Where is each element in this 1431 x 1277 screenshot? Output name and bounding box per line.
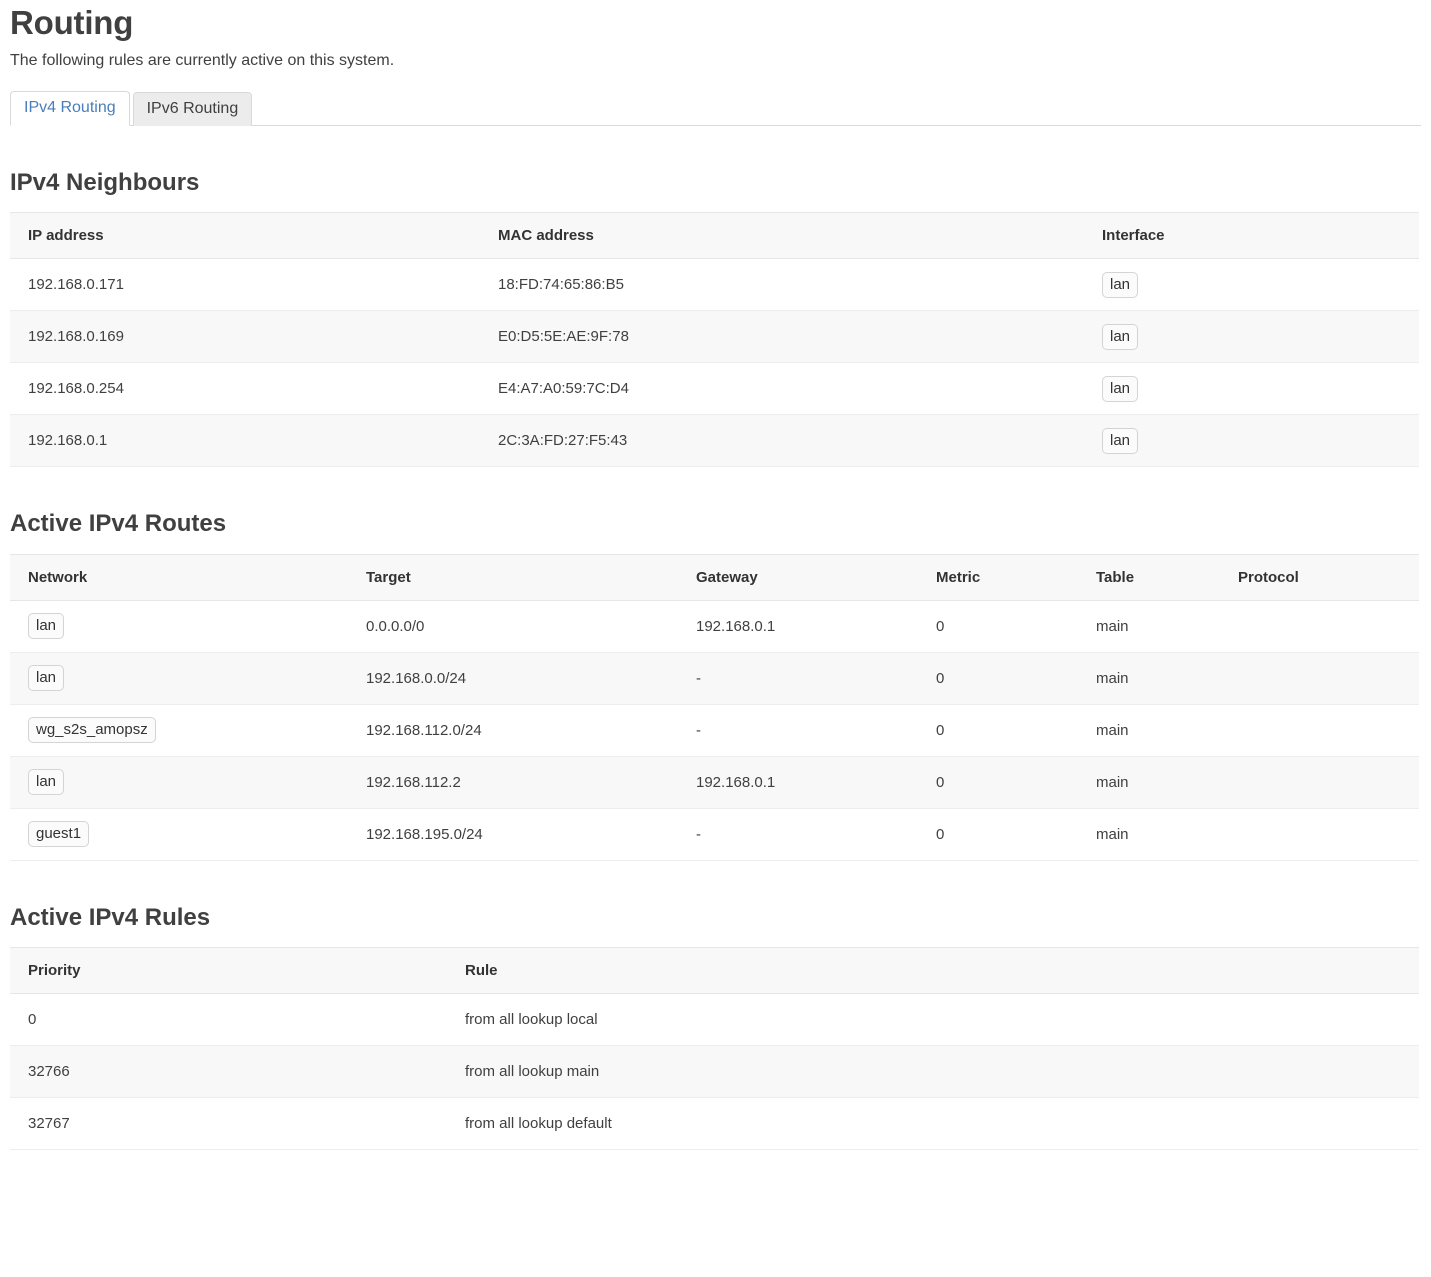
network-badge[interactable]: lan	[28, 768, 65, 796]
cell-gateway: 192.168.0.1	[678, 600, 918, 653]
cell-table: main	[1078, 756, 1220, 809]
column-header-metric: Metric	[918, 553, 1078, 601]
page-subtitle: The following rules are currently active…	[10, 51, 395, 69]
interface-badge[interactable]: lan	[1102, 427, 1139, 454]
routing-tabs: IPv4 Routing IPv6 Routing	[10, 90, 1421, 126]
interface-badge[interactable]: lan	[1102, 271, 1139, 298]
cell-priority: 32766	[10, 1045, 447, 1098]
ipv4-neighbours-heading: IPv4 Neighbours	[10, 168, 200, 196]
active-ipv4-rules-heading: Active IPv4 Rules	[10, 903, 211, 931]
active-ipv4-routes-heading: Active IPv4 Routes	[10, 510, 227, 538]
cell-interface: lan	[1084, 258, 1419, 312]
cell-mac-address: 18:FD:74:65:86:B5	[480, 258, 1084, 312]
table-header-row: Network Target Gateway Metric Table Prot…	[10, 553, 1419, 601]
cell-protocol	[1220, 808, 1419, 861]
cell-protocol	[1220, 704, 1419, 757]
cell-mac-address: 2C:3A:FD:27:F5:43	[480, 414, 1084, 468]
cell-table: main	[1078, 652, 1220, 705]
column-header-interface: Interface	[1084, 212, 1419, 260]
cell-table: main	[1078, 704, 1220, 757]
cell-mac-address: E0:D5:5E:AE:9F:78	[480, 310, 1084, 364]
column-header-target: Target	[348, 553, 678, 601]
column-header-rule: Rule	[447, 947, 1419, 994]
cell-interface: lan	[1084, 414, 1419, 468]
cell-rule: from all lookup main	[447, 1045, 1419, 1098]
table-row: guest1 192.168.195.0/24 - 0 main	[10, 808, 1419, 861]
active-ipv4-rules-table: Priority Rule 0 from all lookup local 32…	[10, 947, 1419, 1150]
interface-badge[interactable]: lan	[1102, 323, 1139, 350]
cell-metric: 0	[918, 704, 1078, 757]
cell-target: 0.0.0.0/0	[348, 600, 678, 653]
tab-ipv6-routing[interactable]: IPv6 Routing	[132, 91, 253, 126]
cell-network: wg_s2s_amopsz	[10, 704, 348, 757]
table-row: 192.168.0.254 E4:A7:A0:59:7C:D4 lan	[10, 362, 1419, 416]
cell-network: lan	[10, 600, 348, 653]
cell-table: main	[1078, 808, 1220, 861]
cell-target: 192.168.0.0/24	[348, 652, 678, 705]
cell-priority: 32767	[10, 1097, 447, 1150]
cell-gateway: -	[678, 704, 918, 757]
page-title: Routing	[10, 4, 134, 41]
cell-table: main	[1078, 600, 1220, 653]
column-header-protocol: Protocol	[1220, 553, 1419, 601]
cell-gateway: -	[678, 808, 918, 861]
column-header-mac-address: MAC address	[480, 212, 1084, 260]
cell-metric: 0	[918, 600, 1078, 653]
cell-metric: 0	[918, 808, 1078, 861]
table-row: 0 from all lookup local	[10, 993, 1419, 1046]
network-badge[interactable]: guest1	[28, 820, 90, 848]
cell-protocol	[1220, 652, 1419, 705]
table-header-row: Priority Rule	[10, 947, 1419, 994]
column-header-gateway: Gateway	[678, 553, 918, 601]
column-header-table: Table	[1078, 553, 1220, 601]
cell-protocol	[1220, 756, 1419, 809]
cell-mac-address: E4:A7:A0:59:7C:D4	[480, 362, 1084, 416]
cell-ip-address: 192.168.0.169	[10, 310, 480, 364]
table-row: lan 192.168.112.2 192.168.0.1 0 main	[10, 756, 1419, 809]
table-row: 192.168.0.171 18:FD:74:65:86:B5 lan	[10, 258, 1419, 312]
cell-gateway: 192.168.0.1	[678, 756, 918, 809]
table-header-row: IP address MAC address Interface	[10, 212, 1419, 260]
cell-network: guest1	[10, 808, 348, 861]
cell-target: 192.168.195.0/24	[348, 808, 678, 861]
cell-ip-address: 192.168.0.171	[10, 258, 480, 312]
network-badge[interactable]: lan	[28, 664, 65, 692]
cell-interface: lan	[1084, 310, 1419, 364]
column-header-network: Network	[10, 553, 348, 601]
ipv4-neighbours-table: IP address MAC address Interface 192.168…	[10, 212, 1419, 468]
cell-network: lan	[10, 652, 348, 705]
table-row: 192.168.0.1 2C:3A:FD:27:F5:43 lan	[10, 414, 1419, 468]
column-header-ip-address: IP address	[10, 212, 480, 260]
table-row: 192.168.0.169 E0:D5:5E:AE:9F:78 lan	[10, 310, 1419, 364]
cell-metric: 0	[918, 756, 1078, 809]
table-row: 32767 from all lookup default	[10, 1097, 1419, 1150]
cell-interface: lan	[1084, 362, 1419, 416]
cell-priority: 0	[10, 993, 447, 1046]
interface-badge[interactable]: lan	[1102, 375, 1139, 402]
tab-ipv4-routing[interactable]: IPv4 Routing	[10, 90, 130, 126]
table-row: wg_s2s_amopsz 192.168.112.0/24 - 0 main	[10, 704, 1419, 757]
table-row: lan 192.168.0.0/24 - 0 main	[10, 652, 1419, 705]
cell-target: 192.168.112.2	[348, 756, 678, 809]
cell-ip-address: 192.168.0.1	[10, 414, 480, 468]
column-header-priority: Priority	[10, 947, 447, 994]
network-badge[interactable]: lan	[28, 612, 65, 640]
table-row: 32766 from all lookup main	[10, 1045, 1419, 1098]
cell-protocol	[1220, 600, 1419, 653]
cell-gateway: -	[678, 652, 918, 705]
routing-page: Routing The following rules are currentl…	[0, 0, 1431, 1150]
cell-rule: from all lookup local	[447, 993, 1419, 1046]
active-ipv4-routes-table: Network Target Gateway Metric Table Prot…	[10, 553, 1419, 861]
cell-rule: from all lookup default	[447, 1097, 1419, 1150]
cell-metric: 0	[918, 652, 1078, 705]
cell-ip-address: 192.168.0.254	[10, 362, 480, 416]
network-badge[interactable]: wg_s2s_amopsz	[28, 716, 156, 744]
table-row: lan 0.0.0.0/0 192.168.0.1 0 main	[10, 600, 1419, 653]
cell-target: 192.168.112.0/24	[348, 704, 678, 757]
cell-network: lan	[10, 756, 348, 809]
